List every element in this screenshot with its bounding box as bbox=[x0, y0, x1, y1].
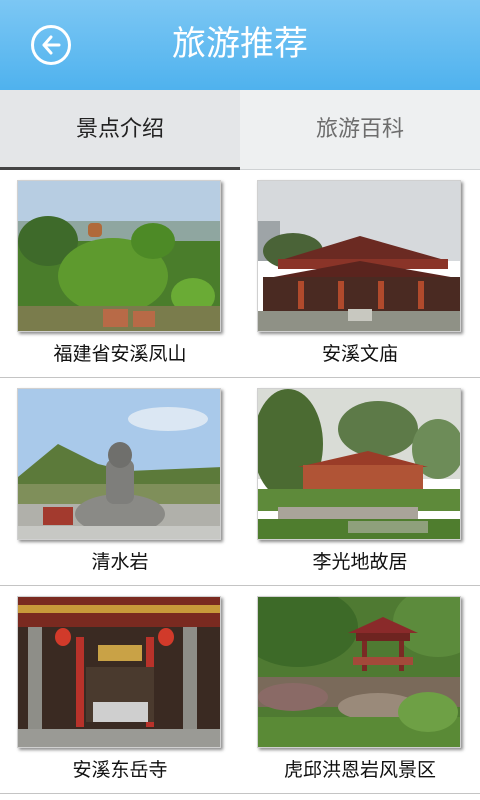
attraction-card[interactable]: 福建省安溪凤山 bbox=[0, 170, 240, 378]
grid-row: 清水岩 李光地故居 bbox=[0, 378, 480, 586]
grid-row: 安溪东岳寺 虎邱洪恩岩风景区 bbox=[0, 586, 480, 794]
attraction-card[interactable]: 安溪东岳寺 bbox=[0, 586, 240, 794]
attraction-photo bbox=[17, 388, 221, 540]
attraction-photo bbox=[17, 180, 221, 332]
tab-bar: 景点介绍 旅游百科 bbox=[0, 90, 480, 170]
attraction-photo bbox=[257, 596, 461, 748]
attraction-name: 福建省安溪凤山 bbox=[53, 343, 187, 365]
attraction-name: 清水岩 bbox=[91, 551, 149, 573]
attraction-card[interactable]: 清水岩 bbox=[0, 378, 240, 586]
attraction-photo bbox=[257, 388, 461, 540]
attraction-photo bbox=[257, 180, 461, 332]
attraction-name: 安溪文庙 bbox=[321, 343, 398, 365]
attraction-photo bbox=[17, 596, 221, 748]
attraction-name: 安溪东岳寺 bbox=[72, 759, 168, 781]
page-title: 旅游推荐 bbox=[172, 24, 308, 64]
attraction-card[interactable]: 安溪文庙 bbox=[240, 170, 480, 378]
app-header: 旅游推荐 bbox=[0, 0, 480, 90]
attraction-card[interactable]: 李光地故居 bbox=[240, 378, 480, 586]
tab-travel-encyclopedia[interactable]: 旅游百科 bbox=[240, 90, 480, 170]
attraction-card[interactable]: 虎邱洪恩岩风景区 bbox=[240, 586, 480, 794]
grid-row: 福建省安溪凤山 安溪文庙 bbox=[0, 170, 480, 378]
tab-attractions[interactable]: 景点介绍 bbox=[0, 90, 240, 170]
attraction-name: 李光地故居 bbox=[312, 551, 408, 573]
attraction-name: 虎邱洪恩岩风景区 bbox=[283, 759, 436, 781]
